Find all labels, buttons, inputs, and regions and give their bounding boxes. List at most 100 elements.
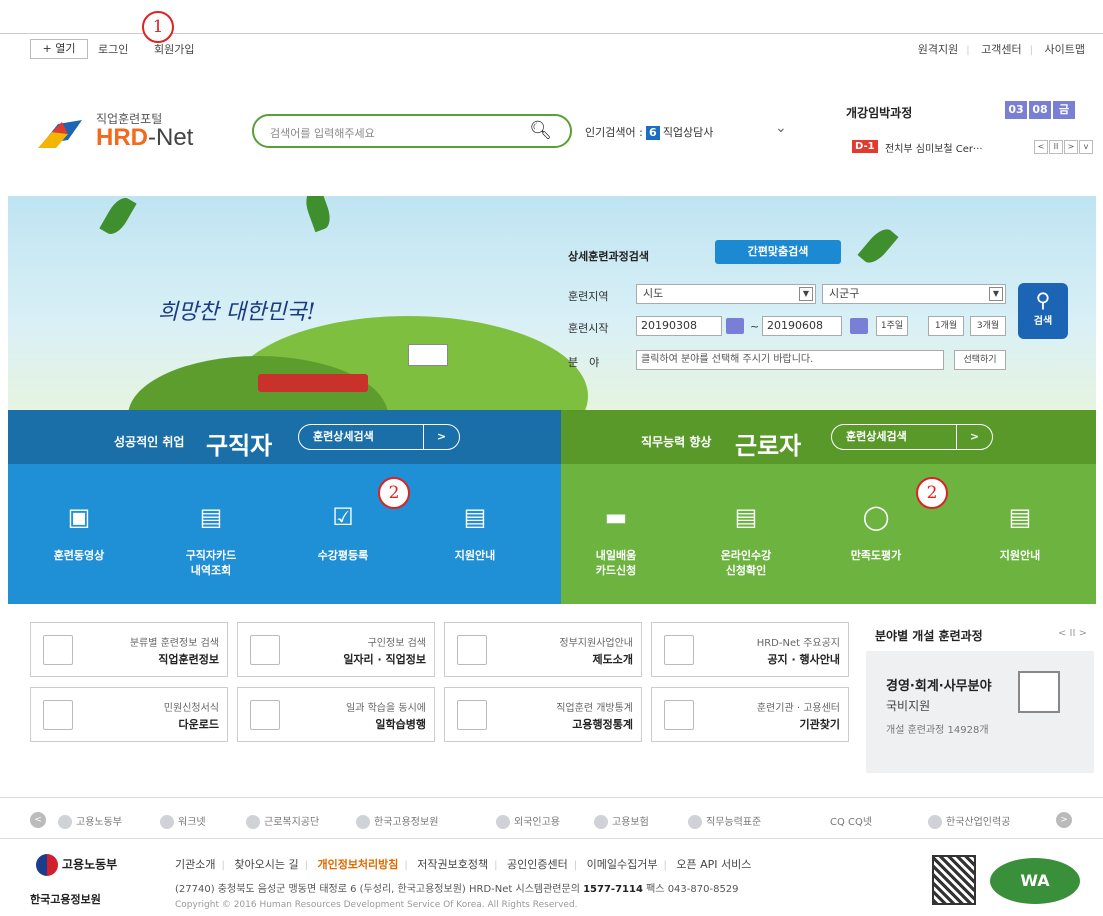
partner-link[interactable]: 한국고용정보원 <box>356 813 438 829</box>
region-sigungu-select[interactable]: 시군구 ▼ <box>822 284 1006 304</box>
chevron-down-icon[interactable]: ⌄ <box>775 120 787 136</box>
footer-link[interactable]: 공인인증센터 <box>507 858 568 871</box>
chevron-down-icon[interactable]: v <box>1079 140 1093 154</box>
detail-search-button[interactable]: ⚲ 검색 <box>1018 283 1068 339</box>
partner-link[interactable]: 한국산업인력공 <box>928 813 1010 829</box>
moel-emblem-icon <box>36 854 58 876</box>
field-select-input[interactable]: 클릭하여 분야를 선택해 주시기 바랍니다. <box>636 350 944 370</box>
info-box-work-study[interactable]: 일과 학습을 동시에 일학습병행 <box>237 687 435 742</box>
tile-course-review[interactable]: ☑ 수강평등록 <box>288 500 398 563</box>
document-search-icon: ▤ <box>734 503 758 531</box>
info-box-find-institution[interactable]: 훈련기관 · 고용센터 기관찾기 <box>651 687 849 742</box>
period-3month-button[interactable]: 3개월 <box>970 316 1006 336</box>
worker-header: 직무능력 향상 근로자 훈련상세검색 > <box>561 410 1096 464</box>
next-icon[interactable]: > <box>1056 812 1072 828</box>
field-choose-button[interactable]: 선택하기 <box>954 350 1006 370</box>
keis-logo[interactable]: 한국고용정보원 <box>30 891 101 907</box>
review-window-icon: ☑ <box>332 503 354 531</box>
popular-keywords[interactable]: 인기검색어 :6 직업상담사 <box>585 124 713 140</box>
info-box-job-info[interactable]: 구인정보 검색 일자리 · 직업정보 <box>237 622 435 677</box>
field-subtitle: 국비지원 <box>886 699 931 713</box>
upcoming-course-ticker[interactable]: 전치부 심미보철 Cer··· <box>885 140 983 155</box>
calendar-icon <box>43 635 73 665</box>
worker-title: 근로자 <box>735 432 802 460</box>
chevron-down-icon: ▼ <box>989 287 1003 301</box>
start-date-to[interactable]: 20190608 <box>762 316 842 336</box>
footer-links: 기관소개 | 찾아오시는 길 | 개인정보처리방침 | 저작권보호정책 | 공인인증센터… <box>175 858 752 871</box>
start-label: 훈련시작 <box>568 322 609 335</box>
footer-link[interactable]: 저작권보호정책 <box>417 858 488 871</box>
date-day: 08 <box>1029 101 1051 119</box>
period-1week-button[interactable]: 1주일 <box>876 316 908 336</box>
jobseeker-detail-search-button[interactable]: 훈련상세검색 > <box>298 424 460 450</box>
logo-flag-icon[interactable] <box>38 118 86 150</box>
leaf-decoration <box>301 196 335 233</box>
info-box-system[interactable]: 정부지원사업안내 제도소개 <box>444 622 642 677</box>
leaf-decoration <box>857 224 899 268</box>
tile-naeil-card[interactable]: ▬ 내일배움 카드신청 <box>561 500 671 578</box>
footer-link[interactable]: 기관소개 <box>175 858 215 871</box>
tile-training-video[interactable]: ▣ 훈련동영상 <box>24 500 134 563</box>
jobseeker-title: 구직자 <box>206 432 273 460</box>
ticker-controls: < II > v <box>1033 139 1093 154</box>
login-link[interactable]: 로그인 <box>98 41 128 57</box>
sitemap-link[interactable]: 사이트맵 <box>1045 43 1085 56</box>
train-illustration <box>258 374 368 392</box>
form-icon <box>43 700 73 730</box>
chevron-right-icon: > <box>956 425 992 449</box>
partner-link[interactable]: 고용노동부 <box>58 813 122 829</box>
notice-icon <box>664 635 694 665</box>
info-box-download[interactable]: 민원신청서식 다운로드 <box>30 687 228 742</box>
join-link[interactable]: 회원가입 <box>154 41 194 57</box>
tile-online-course[interactable]: ▤ 온라인수강 신청확인 <box>691 500 801 578</box>
worker-detail-search-button[interactable]: 훈련상세검색 > <box>831 424 993 450</box>
search-box[interactable]: 검색어를 입력해주세요 🔍︎ <box>252 114 572 148</box>
tile-support-guide[interactable]: ▤ 지원안내 <box>420 500 530 563</box>
worker-panel: 직무능력 향상 근로자 훈련상세검색 > ▬ 내일배움 카드신청 ▤ 온라인수강 신청… <box>561 410 1096 604</box>
footer-link[interactable]: 개인정보처리방침 <box>317 858 398 871</box>
logo-text[interactable]: HRD-Net <box>96 124 193 152</box>
briefcase-icon <box>250 700 280 730</box>
customer-center-link[interactable]: 고객센터 <box>981 43 1021 56</box>
footer-link[interactable]: 오픈 API 서비스 <box>676 858 751 871</box>
field-name: 경영·회계·사무분야 <box>886 679 992 694</box>
info-box-training-info[interactable]: 분류별 훈련정보 검색 직업훈련정보 <box>30 622 228 677</box>
info-box-notice[interactable]: HRD-Net 주요공지 공지 · 행사안내 <box>651 622 849 677</box>
partner-link[interactable]: 직무능력표준 <box>688 813 761 829</box>
remote-support-link[interactable]: 원격지원 <box>918 43 958 56</box>
open-menu-button[interactable]: + 열기 <box>30 39 88 59</box>
book-icon: ▤ <box>463 503 487 531</box>
partner-link[interactable]: CQ CQ넷 <box>830 813 872 828</box>
partner-link[interactable]: 워크넷 <box>160 813 206 829</box>
next-icon[interactable]: > <box>1064 140 1078 154</box>
simple-search-button[interactable]: 간편맞춤검색 <box>715 240 841 264</box>
building-icon <box>664 700 694 730</box>
footer-link[interactable]: 이메일수집거부 <box>587 858 658 871</box>
moel-logo[interactable]: 고용노동부 <box>36 854 117 876</box>
qr-code <box>932 855 976 905</box>
tile-jobseeker-card[interactable]: ▤ 구직자카드 내역조회 <box>156 500 266 578</box>
field-courses-card[interactable]: 경영·회계·사무분야 국비지원 개설 훈련과정 14928개 <box>866 651 1094 773</box>
partner-link[interactable]: 근로복지공단 <box>246 813 319 829</box>
prev-icon[interactable]: < <box>1034 140 1048 154</box>
prev-icon[interactable]: < <box>30 812 46 828</box>
partner-link[interactable]: 외국인고용 <box>496 813 560 829</box>
presentation-board-icon <box>1018 671 1060 713</box>
tile-satisfaction[interactable]: ◯ 만족도평가 <box>821 500 931 563</box>
info-box-statistics[interactable]: 직업훈련 개방통계 고용행정통계 <box>444 687 642 742</box>
pause-icon[interactable]: II <box>1049 140 1063 154</box>
period-1month-button[interactable]: 1개월 <box>928 316 964 336</box>
chevron-right-icon: > <box>423 425 459 449</box>
field-courses-nav[interactable]: < II > <box>1058 628 1087 639</box>
calendar-icon[interactable] <box>850 318 868 334</box>
region-sido-select[interactable]: 시도 ▼ <box>636 284 816 304</box>
search-input[interactable]: 검색어를 입력해주세요 <box>270 125 375 141</box>
footer-link[interactable]: 찾아오시는 길 <box>234 858 298 871</box>
search-icon[interactable]: 🔍︎ <box>529 120 552 141</box>
tile-support-guide-worker[interactable]: ▤ 지원안내 <box>965 500 1075 563</box>
partner-links-bar: < 고용노동부 워크넷 근로복지공단 한국고용정보원 외국인고용 고용보험 직무… <box>0 797 1103 839</box>
partner-link[interactable]: 고용보험 <box>594 813 649 829</box>
upcoming-courses-title: 개강임박과정 <box>846 106 913 120</box>
calendar-icon[interactable] <box>726 318 744 334</box>
start-date-from[interactable]: 20190308 <box>636 316 722 336</box>
